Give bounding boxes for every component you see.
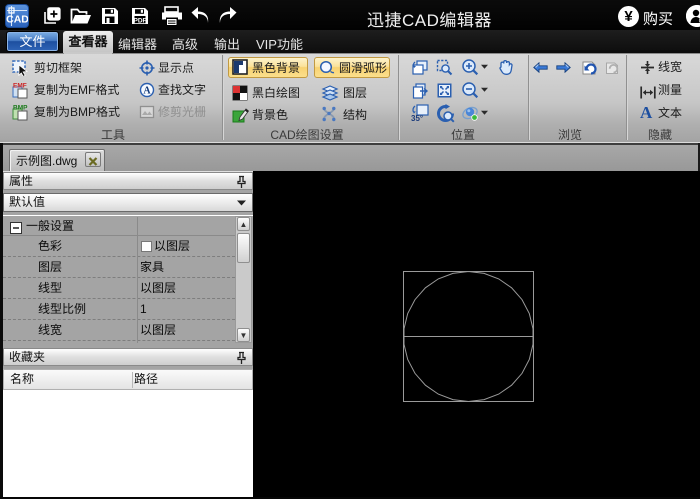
svg-text:35°: 35° [411,114,423,123]
svg-text:PDF: PDF [134,17,147,24]
svg-text:CAD: CAD [6,14,28,26]
svg-text:BMP: BMP [13,105,28,112]
svg-text:A: A [143,86,151,97]
svg-text:EMF: EMF [13,83,27,90]
